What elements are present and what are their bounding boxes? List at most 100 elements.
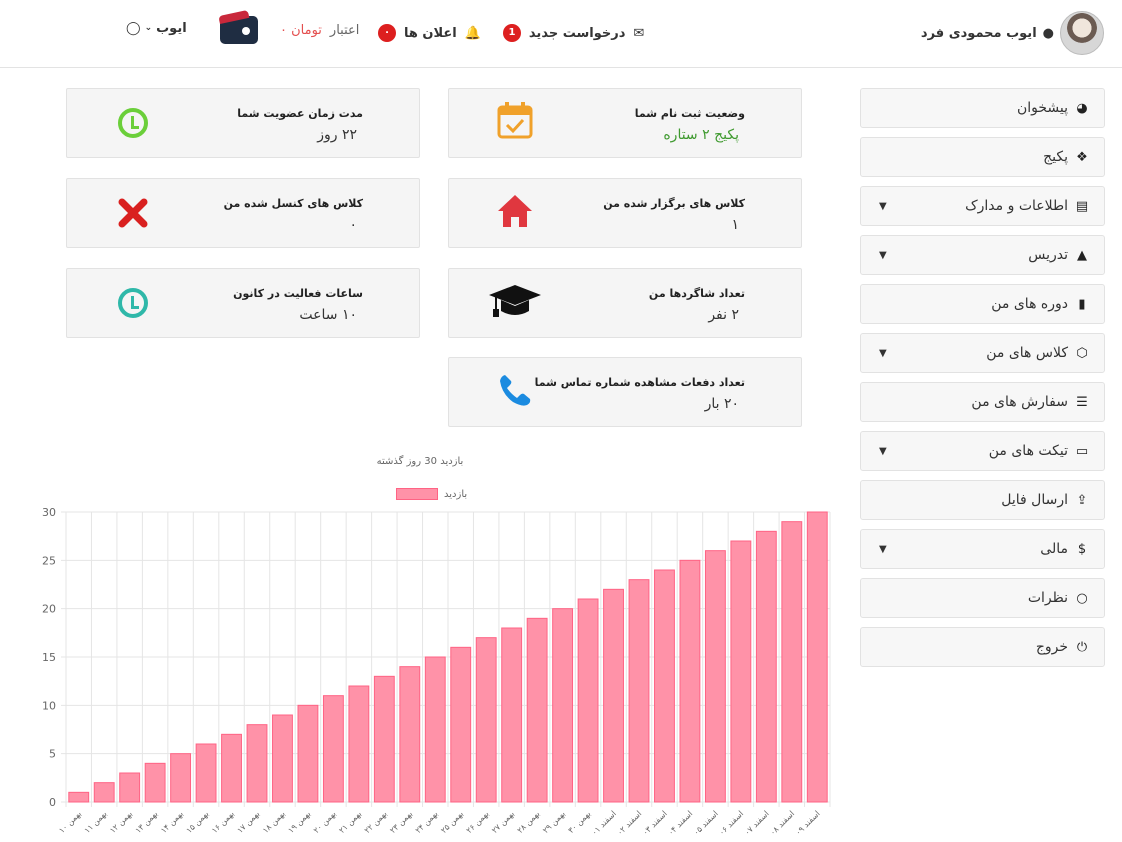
x-tick-label: ۱۰ بهمن (57, 809, 83, 835)
x-tick-label: ۱۳ بهمن (134, 809, 160, 835)
graduation-cap-icon (487, 281, 543, 321)
y-tick-label: 0 (49, 796, 56, 809)
caret-down-icon: ▼ (879, 200, 887, 212)
sidebar-item[interactable]: ◕ پیشخوان (860, 88, 1105, 128)
sidebar-item[interactable]: ☰ سفارش های من (860, 382, 1105, 422)
x-tick-label: ۰۸ اسفند (768, 809, 796, 837)
bar (195, 743, 217, 803)
credit-value: تومان ۰ (280, 22, 322, 38)
inbox-icon: ▭ (1075, 443, 1089, 459)
bar (373, 675, 395, 803)
comment-icon: ○ (1076, 590, 1088, 606)
bar (577, 598, 599, 803)
card-phone-views: تعداد دفعات مشاهده شماره تماس شما ۲۰ بار (448, 357, 802, 427)
sidebar-item[interactable]: ○ نظرات (860, 578, 1105, 618)
y-tick-label: 5 (49, 748, 56, 761)
user-icon: ● (1042, 25, 1054, 41)
upload-icon: ⇪ (1076, 492, 1088, 508)
bar (552, 608, 574, 803)
chart-plot: 0 5 10 15 20 25 30 ۱۰ بهمن۱۱ بهمن۱۲ بهمن۱۳ بهمن… (42, 506, 831, 837)
y-tick-label: 25 (42, 554, 56, 567)
sidebar-item-content: ▲ تدریس (1028, 247, 1090, 263)
bar (424, 656, 446, 803)
card-value: ۰ (349, 217, 357, 233)
sidebar-item-label: سفارش های من (971, 394, 1068, 410)
credit-box[interactable]: اعتبار تومان ۰ (220, 14, 359, 46)
sidebar-item[interactable]: ▮ دوره های من (860, 284, 1105, 324)
sidebar-item[interactable]: ▤ اطلاعات و مدارک ▼ (860, 186, 1105, 226)
x-tick-label: ۳۰ بهمن (566, 809, 592, 835)
x-tick-label: ۰۵ اسفند (692, 809, 720, 837)
bar (526, 617, 548, 803)
file-icon: ▮ (1078, 296, 1086, 312)
sidebar-item[interactable]: ▭ تیکت های من ▼ (860, 431, 1105, 471)
x-tick-label: ۲۰ بهمن (312, 809, 338, 835)
id-card-icon: ▤ (1075, 198, 1089, 214)
bar (68, 791, 90, 803)
card-membership-duration: مدت زمان عضویت شما ۲۲ روز (66, 88, 420, 158)
bar (806, 511, 828, 803)
x-tick-label: ۱۵ بهمن (184, 809, 210, 835)
x-tick-label: ۱۷ بهمن (235, 809, 261, 835)
x-tick-label: ۰۲ اسفند (615, 809, 643, 837)
sidebar-item[interactable]: ▲ تدریس ▼ (860, 235, 1105, 275)
sidebar-item-label: پیشخوان (1016, 100, 1068, 116)
new-request-link[interactable]: درخواست جدید (529, 26, 625, 41)
x-tick-label: ۲۸ بهمن (516, 809, 542, 835)
sidebar-item-content: ☰ سفارش های من (971, 394, 1090, 410)
caret-down-icon: ▼ (879, 249, 887, 261)
sidebar-item-label: اطلاعات و مدارک (965, 198, 1068, 214)
avatar[interactable] (1060, 11, 1104, 55)
x-tick-label: ۰۳ اسفند (641, 809, 669, 837)
y-tick-label: 20 (42, 603, 56, 616)
card-value: ۲ نفر (708, 307, 739, 323)
bar (628, 579, 650, 803)
card-registration-status: وضعیت ثبت نام شما پکیج ۲ ستاره (448, 88, 802, 158)
user-name: ایوب محمودی فرد (920, 25, 1037, 41)
card-value: ۱۰ ساعت (299, 307, 357, 323)
sidebar-item[interactable]: ⇪ ارسال فایل (860, 480, 1105, 520)
x-tick-label: ۰۱ اسفند (590, 809, 618, 837)
sidebar-item[interactable]: ⬡ کلاس های من ▼ (860, 333, 1105, 373)
x-tick-label: ۲۳ بهمن (388, 809, 414, 835)
bar (119, 772, 141, 803)
user-outline-icon: ◯ (126, 20, 141, 36)
home-icon (495, 191, 535, 231)
sidebar-item-content: ⇪ ارسال فایل (1001, 492, 1090, 508)
bar (297, 704, 319, 803)
bar (93, 782, 115, 803)
x-tick-label: ۱۱ بهمن (83, 809, 109, 835)
card-title: ساعات فعالیت در کانون (233, 287, 363, 300)
list-icon: ☰ (1076, 394, 1088, 410)
bar (399, 666, 421, 803)
sidebar-item-content: ▮ دوره های من (991, 296, 1090, 312)
caret-down-icon: ▼ (879, 347, 887, 359)
sidebar-menu: ◕ پیشخوان ❖ پکیج ▤ اطلاعات و مدارک ▼ ▲ تدریس ▼ ▮ دو… (860, 88, 1105, 676)
user-menu-toggle[interactable]: ایوب ⌄ ◯ (126, 16, 187, 40)
bar (781, 521, 803, 803)
graduation-cap-icon: ▲ (1077, 247, 1087, 263)
x-tick-label: ۲۵ بهمن (439, 809, 465, 835)
card-value: ۱ (731, 217, 739, 233)
x-tick-label: ۲۲ بهمن (363, 809, 389, 835)
x-tick-label: ۱۹ بهمن (286, 809, 312, 835)
x-tick-label: ۰۶ اسفند (717, 809, 745, 837)
dashboard-icon: ◕ (1076, 100, 1088, 116)
bar (144, 762, 166, 803)
sidebar-item-content: $ مالی (1040, 541, 1090, 557)
card-value: ۲۰ بار (704, 396, 739, 412)
announcements-link[interactable]: اعلان ها (404, 26, 457, 41)
sidebar-item[interactable]: ❖ پکیج (860, 137, 1105, 177)
bell-icon[interactable]: 🔔 (465, 26, 481, 41)
x-tick-label: ۱۶ بهمن (210, 809, 236, 835)
bar (272, 714, 293, 803)
sidebar-item[interactable]: $ مالی ▼ (860, 529, 1105, 569)
card-students: تعداد شاگردها من ۲ نفر (448, 268, 802, 338)
x-tick-label: ۲۹ بهمن (541, 809, 567, 835)
y-tick-label: 30 (42, 506, 56, 519)
bar (246, 724, 268, 803)
sidebar-item[interactable]: ⏻ خروج (860, 627, 1105, 667)
user-profile[interactable]: ● ایوب محمودی فرد (921, 10, 1104, 56)
clock-icon (113, 283, 153, 323)
bar (679, 559, 701, 803)
